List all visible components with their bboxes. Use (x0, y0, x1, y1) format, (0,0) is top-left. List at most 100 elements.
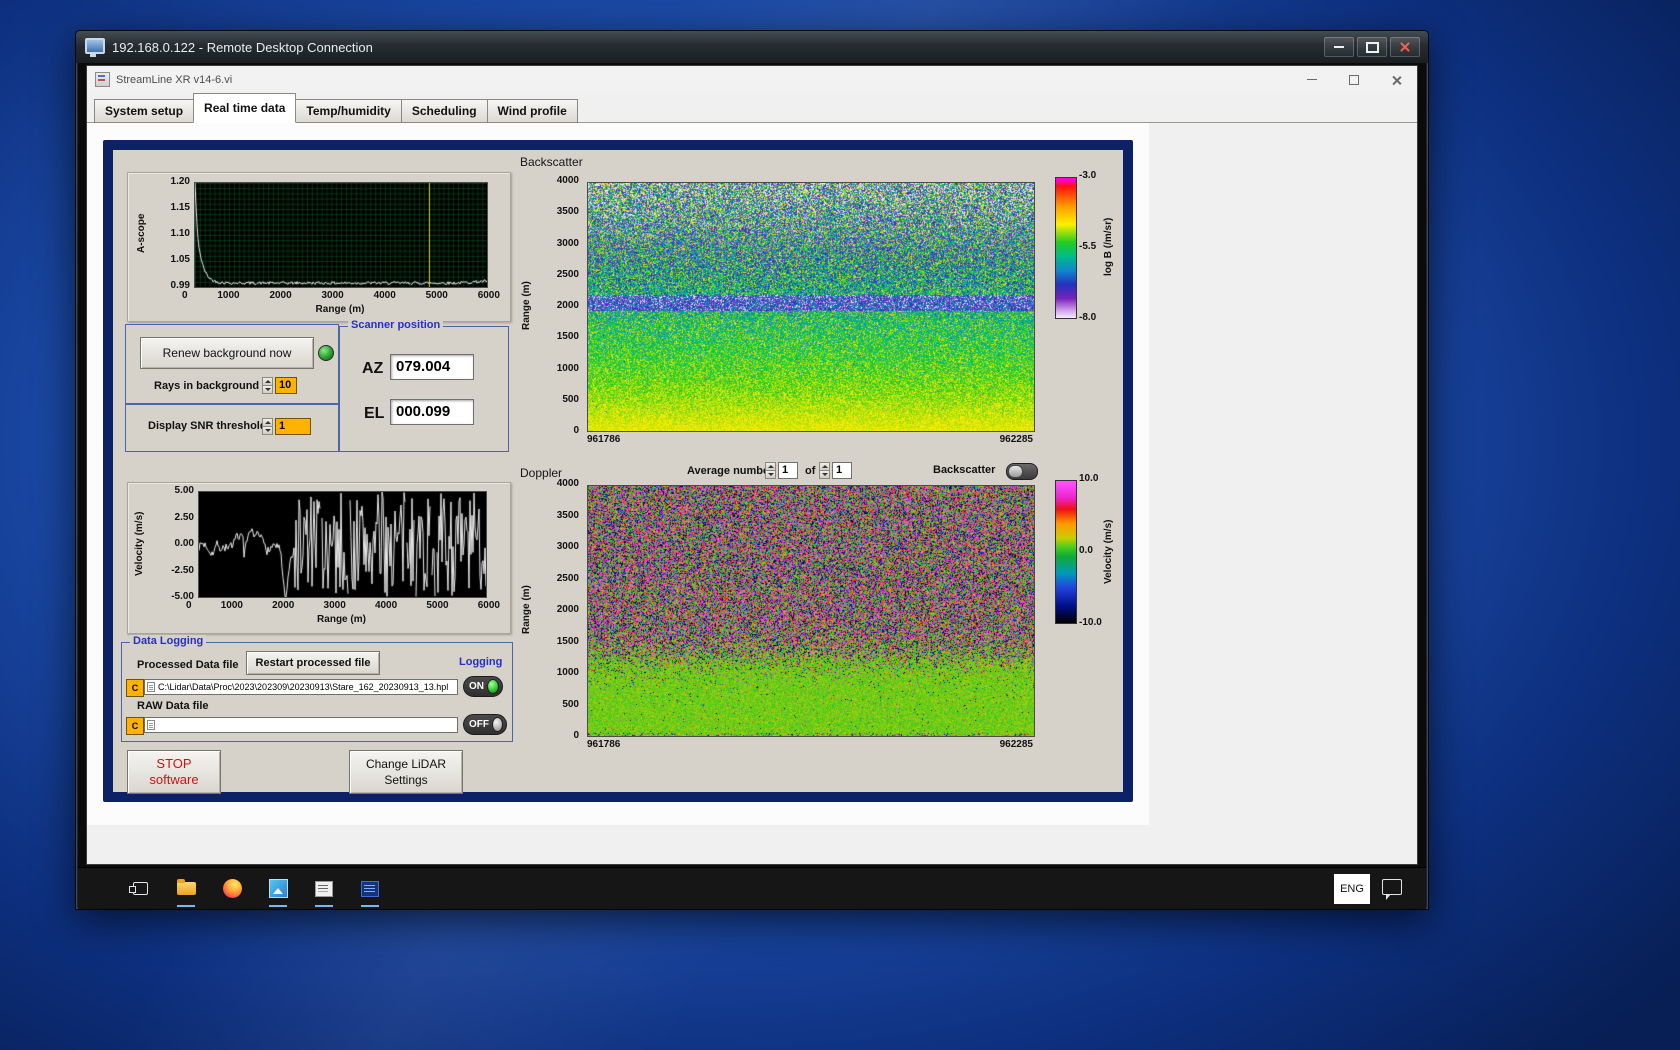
change-lidar-settings-button[interactable]: Change LiDAR Settings (349, 750, 463, 794)
tick-label: 3500 (556, 206, 579, 218)
tab-bar: System setup Real time data Temp/humidit… (87, 93, 1417, 123)
rdp-minimize-button[interactable] (1324, 37, 1354, 57)
app-list-button[interactable] (356, 869, 384, 909)
minimize-icon (1307, 78, 1317, 81)
snr-value-field[interactable]: 1 (275, 418, 311, 435)
tick-label: 2000 (269, 290, 292, 301)
tab-system-setup[interactable]: System setup (94, 99, 195, 123)
backscatter-doppler-toggle[interactable] (1006, 463, 1038, 480)
scanner-position-box: Scanner position AZ 079.004 EL 000.099 (339, 319, 509, 452)
restore-icon (1349, 74, 1359, 85)
rays-spinner[interactable] (262, 377, 273, 394)
app-titlebar[interactable]: StreamLine XR v14-6.vi (87, 66, 1417, 94)
rdp-titlebar[interactable]: 192.168.0.122 - Remote Desktop Connectio… (76, 31, 1428, 63)
spin-down-icon[interactable] (765, 470, 776, 479)
tick-label: 4000 (374, 600, 398, 611)
app-restore-button[interactable] (1333, 66, 1375, 93)
restart-processed-file-button[interactable]: Restart processed file (246, 651, 380, 675)
tab-wind-profile[interactable]: Wind profile (486, 99, 578, 123)
backscatter-colorbar (1055, 177, 1077, 319)
rdp-maximize-button[interactable] (1357, 37, 1387, 57)
doppler-y-axis-label: Range (m) (521, 585, 532, 635)
el-value-field[interactable]: 000.099 (390, 399, 474, 425)
tab-scheduling[interactable]: Scheduling (400, 99, 488, 123)
processed-drive-selector[interactable]: C (126, 679, 144, 697)
stop-software-button[interactable]: STOP software (127, 750, 221, 794)
spin-down-icon[interactable] (262, 426, 273, 435)
tick-label: -3.0 (1079, 170, 1097, 181)
task-view-icon (128, 882, 148, 895)
scan-scheduler-icon (315, 880, 333, 897)
data-logging-title: Data Logging (130, 635, 207, 647)
notification-icon[interactable] (1382, 878, 1402, 900)
toggle-on-led-icon (487, 679, 499, 694)
tick-label: 2000 (556, 604, 579, 615)
app-minimize-button[interactable] (1291, 66, 1333, 93)
tick-label: 1000 (556, 667, 579, 678)
renew-background-button[interactable]: Renew background now (140, 337, 314, 369)
ascope-plot (194, 182, 488, 288)
tab-real-time-data[interactable]: Real time data (193, 93, 297, 123)
processed-logging-toggle[interactable]: ON (463, 676, 503, 697)
spin-down-icon[interactable] (819, 470, 830, 479)
photos-icon (268, 879, 288, 898)
snr-threshold-label: Display SNR threshold (148, 420, 267, 432)
raw-path-field[interactable] (144, 717, 458, 733)
tick-label: 3000 (323, 600, 346, 611)
backscatter-x-labels: 961786 962285 (587, 434, 1033, 445)
change-lidar-line1: Change LiDAR (365, 757, 447, 771)
file-explorer-button[interactable] (172, 869, 200, 909)
vi-app-icon (95, 72, 110, 87)
tab-temp-humidity[interactable]: Temp/humidity (295, 99, 402, 123)
list-app-icon (361, 880, 379, 897)
close-icon (1399, 41, 1411, 53)
app-close-button[interactable] (1375, 66, 1417, 93)
firefox-icon (222, 879, 242, 898)
average-total-spinner[interactable] (819, 462, 830, 479)
change-lidar-line2: Settings (384, 773, 428, 787)
renew-background-label: Renew background now (162, 346, 292, 360)
language-indicator[interactable]: ENG (1334, 873, 1370, 904)
velocity-panel: Velocity (m/s) 5.00 2.50 0.00 -2.50 -5.0… (127, 482, 511, 634)
rays-value-field[interactable]: 10 (275, 377, 297, 394)
raw-logging-toggle[interactable]: OFF (463, 714, 507, 735)
firefox-button[interactable] (218, 869, 246, 909)
processed-path-text: C:\Lidar\Data\Proc\2023\202309\20230913\… (158, 682, 449, 692)
tick-label: 0.00 (174, 538, 194, 549)
tick-label: 2.50 (174, 511, 194, 523)
tick-label: 1.05 (170, 254, 190, 265)
az-value-field[interactable]: 079.004 (390, 354, 474, 380)
running-indicator (315, 904, 333, 907)
scan-scheduler-button[interactable] (310, 869, 338, 909)
tick-label: -2.50 (171, 564, 194, 576)
photos-app-button[interactable] (264, 869, 292, 909)
tick-label: 0 (573, 730, 579, 741)
average-number-field[interactable]: 1 (778, 462, 798, 479)
scanner-position-title: Scanner position (348, 319, 444, 331)
toggle-off-led-icon (492, 717, 503, 732)
average-number-spinner[interactable] (765, 462, 776, 479)
tick-label: 1000 (217, 290, 240, 301)
tick-label: 1.20 (170, 176, 190, 187)
tick-label: 0 (186, 600, 192, 611)
tick-label: 500 (562, 393, 579, 405)
rdp-close-button[interactable] (1390, 37, 1420, 57)
tick-label: 4000 (373, 290, 396, 301)
tick-label: 1000 (556, 362, 579, 374)
snr-spinner[interactable] (262, 418, 273, 435)
processed-path-field[interactable]: C:\Lidar\Data\Proc\2023\202309\20230913\… (144, 679, 458, 695)
app-window: StreamLine XR v14-6.vi System setup Real… (86, 65, 1418, 865)
raw-drive-selector[interactable]: C (126, 717, 144, 735)
average-total-field[interactable]: 1 (832, 462, 852, 479)
tick-label: 5000 (425, 290, 448, 301)
spin-down-icon[interactable] (262, 385, 273, 394)
tick-label: 1.10 (170, 228, 190, 239)
tick-label: -8.0 (1079, 312, 1097, 323)
running-indicator (361, 904, 379, 907)
doppler-canvas (588, 486, 1034, 736)
tick-label: 10.0 (1079, 473, 1099, 484)
backscatter-colorbar-ticks: -3.0 -5.5 -8.0 (1079, 171, 1096, 323)
x-start-label: 961786 (587, 434, 621, 445)
desktop: 192.168.0.122 - Remote Desktop Connectio… (0, 0, 1680, 1050)
task-view-button[interactable] (126, 869, 154, 909)
